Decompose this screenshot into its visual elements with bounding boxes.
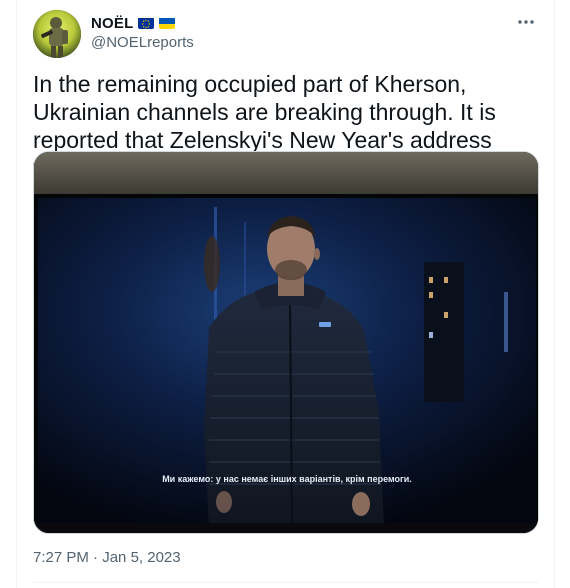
video-subtitle: Ми кажемо: у нас немає інших варіантів, … [162,474,412,484]
tweet-card: NOËL @NOELreports In the remaining occup… [16,0,555,588]
display-name-row: NOËL [91,13,194,33]
timestamp-row: 7:27 PM · Jan 5, 2023 [33,549,181,566]
tweet-header: NOËL @NOELreports [33,10,538,58]
avatar[interactable] [33,10,81,58]
tweet-date[interactable]: Jan 5, 2023 [102,549,180,566]
timestamp-separator: · [93,549,99,566]
tv-screen-photo: Ми кажемо: у нас немає інших варіантів, … [34,152,538,533]
more-button[interactable] [514,12,538,32]
name-block: NOËL @NOELreports [91,13,194,52]
user-handle[interactable]: @NOELreports [91,34,194,51]
tweet-media[interactable]: Ми кажемо: у нас немає інших варіантів, … [33,151,539,534]
soldier-avatar-icon [33,10,81,58]
eu-flag-icon [138,17,155,29]
ukraine-flag-icon [159,17,176,29]
more-horizontal-icon [518,20,534,24]
display-name[interactable]: NOËL [91,15,133,32]
divider [33,582,538,583]
tweet-time[interactable]: 7:27 PM [33,549,89,566]
